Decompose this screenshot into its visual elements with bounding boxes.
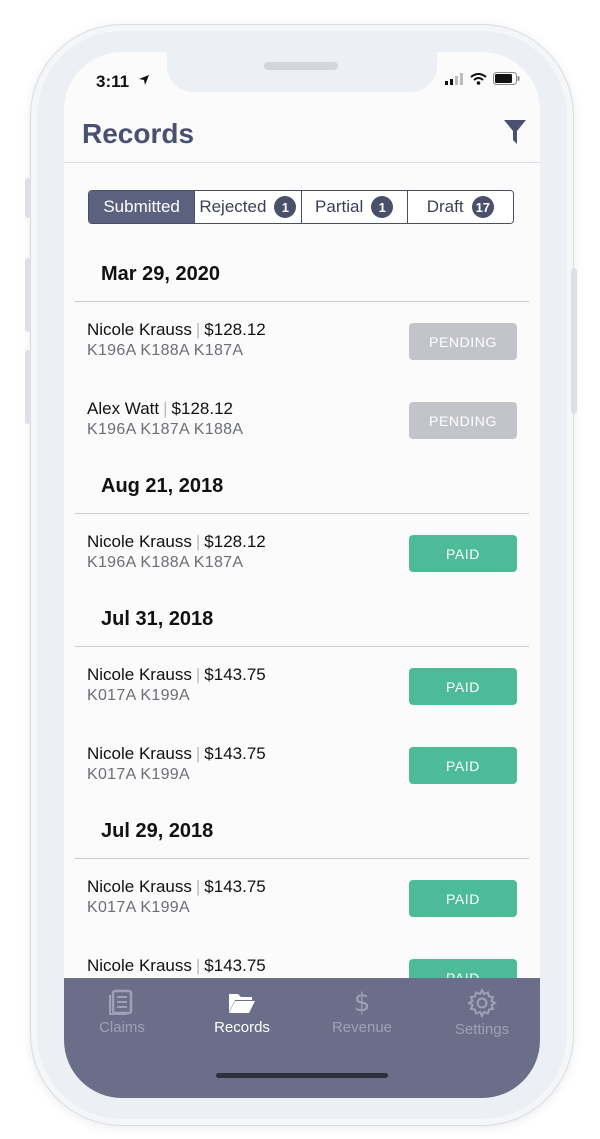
filter-icon[interactable] [504,120,526,144]
record-summary: Nicole Krauss | $143.75 [87,744,266,764]
folder-icon [229,994,255,1013]
count-badge: 17 [471,196,495,218]
segment-submitted[interactable]: Submitted [89,191,196,223]
patient-name: Nicole Krauss [87,532,192,551]
record-summary: Nicole Krauss | $128.12 [87,532,266,552]
status-badge: PAID [409,535,517,572]
wifi-icon [470,72,487,85]
status-badge: PAID [409,880,517,917]
app-screen: 3:11 Records Submitted Rejected 1 Partia… [64,52,540,1098]
tab-label: Records [214,1019,270,1036]
record-amount: $143.75 [204,877,266,896]
record-row[interactable]: Nicole Krauss | $143.75 K017A K199A PAID [75,647,529,726]
segment-partial[interactable]: Partial 1 [301,191,408,223]
tab-records[interactable]: Records [192,988,292,1036]
location-arrow-icon [139,75,149,85]
status-badge: PENDING [409,323,517,360]
separator: | [195,956,201,975]
record-summary: Nicole Krauss | $143.75 [87,665,266,685]
segment-rejected[interactable]: Rejected 1 [195,191,302,223]
gear-icon [467,988,497,1018]
patient-name: Nicole Krauss [87,665,192,684]
patient-name: Alex Watt [87,399,160,418]
tab-label: Settings [454,1021,510,1038]
status-time: 3:11 [96,72,130,91]
record-codes: K196A K188A K187A [87,342,244,359]
speaker-grille [264,62,338,70]
segment-label: Rejected [199,197,267,216]
records-list: Mar 29, 2020 Nicole Krauss | $128.12 K196A… [75,248,529,1017]
mute-switch [25,178,31,218]
record-summary: Nicole Krauss | $143.75 [87,877,266,897]
page-header: Records [64,104,540,163]
volume-down-button [25,350,31,424]
tab-revenue[interactable]: $ Revenue [312,988,412,1036]
segment-label: Draft [426,197,464,216]
status-badge: PAID [409,747,517,784]
count-badge: 1 [274,196,297,218]
document-icon [109,989,133,1015]
segment-label: Partial [315,197,364,216]
date-header: Aug 21, 2018 [75,460,529,514]
status-badge: PAID [409,668,517,705]
date-header: Mar 29, 2020 [75,248,529,302]
tab-settings[interactable]: Settings [432,988,532,1038]
record-codes: K196A K187A K188A [87,421,244,438]
tab-label: Revenue [331,1019,393,1036]
home-indicator[interactable] [216,1073,388,1078]
notch [167,52,437,92]
patient-name: Nicole Krauss [87,956,192,975]
separator: | [195,744,201,763]
patient-name: Nicole Krauss [87,320,192,339]
bottom-tab-bar: Claims Records $ Revenue Settings [64,978,540,1098]
record-amount: $128.12 [204,532,266,551]
battery-icon [493,72,520,85]
separator: | [195,877,201,896]
volume-up-button [25,258,31,332]
record-amount: $143.75 [204,665,266,684]
record-amount: $128.12 [171,399,233,418]
record-row[interactable]: Alex Watt | $128.12 K196A K187A K188A PEND… [75,381,529,460]
record-summary: Nicole Krauss | $128.12 [87,320,266,340]
record-row[interactable]: Nicole Krauss | $143.75 K017A K199A PAID [75,726,529,805]
segment-draft[interactable]: Draft 17 [407,191,513,223]
power-button [571,268,577,414]
record-amount: $128.12 [204,320,266,339]
separator: | [195,320,201,339]
date-header: Jul 29, 2018 [75,805,529,859]
patient-name: Nicole Krauss [87,877,192,896]
dollar-icon: $ [354,988,371,1016]
cellular-signal-icon [445,72,463,85]
separator: | [195,665,201,684]
record-amount: $143.75 [204,744,266,763]
record-amount: $143.75 [204,956,266,975]
record-row[interactable]: Nicole Krauss | $128.12 K196A K188A K187A … [75,514,529,593]
record-codes: K017A K199A [87,766,190,783]
record-codes: K017A K199A [87,687,190,704]
record-summary: Nicole Krauss | $143.75 [87,956,266,976]
tab-label: Claims [99,1019,145,1036]
record-row[interactable]: Nicole Krauss | $143.75 K017A K199A PAID [75,859,529,938]
patient-name: Nicole Krauss [87,744,192,763]
separator: | [195,532,201,551]
separator: | [163,399,168,418]
record-codes: K017A K199A [87,899,190,916]
status-segmented-control: Submitted Rejected 1 Partial 1 Draft 17 [88,190,514,224]
date-header: Jul 31, 2018 [75,593,529,647]
record-summary: Alex Watt | $128.12 [87,399,233,419]
record-row[interactable]: Nicole Krauss | $128.12 K196A K188A K187A … [75,302,529,381]
svg-text:$: $ [354,988,371,1016]
segment-label: Submitted [103,197,180,216]
status-badge: PENDING [409,402,517,439]
tab-claims[interactable]: Claims [72,988,172,1036]
count-badge: 1 [371,196,394,218]
record-codes: K196A K188A K187A [87,554,244,571]
page-title: Records [82,118,195,149]
